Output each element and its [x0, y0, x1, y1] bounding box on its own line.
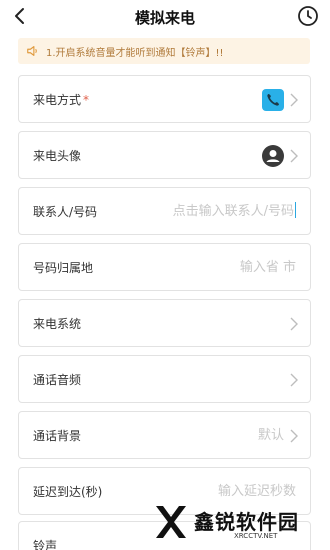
row-call-avatar[interactable]: 来电头像: [18, 131, 311, 179]
contact-number-field[interactable]: 联系人/号码 点击输入联系人/号码: [18, 187, 311, 235]
row-call-background[interactable]: 通话背景 默认: [18, 411, 311, 459]
number-location-field[interactable]: 号码归属地 输入省 市: [18, 243, 311, 291]
chevron-right-icon: [290, 429, 298, 443]
row-call-system[interactable]: 来电系统: [18, 299, 311, 347]
watermark-brand: 鑫锐软件园: [194, 510, 299, 534]
chevron-right-icon: [290, 317, 298, 331]
row-call-method[interactable]: 来电方式 *: [18, 75, 311, 123]
call-background-value: 默认: [257, 428, 284, 443]
speaker-icon: [27, 46, 37, 56]
row-label: 铃声: [33, 539, 58, 550]
chevron-right-icon: [290, 93, 298, 107]
watermark-logo-icon: [156, 506, 186, 538]
page-title: 模拟来电: [134, 9, 195, 27]
row-label: 来电头像: [33, 149, 82, 163]
text-caret: [295, 202, 296, 218]
contact-number-placeholder: 点击输入联系人/号码: [172, 204, 294, 219]
row-label: 号码归属地: [33, 261, 94, 275]
required-mark: *: [83, 93, 90, 107]
number-location-placeholder: 输入省 市: [239, 260, 296, 275]
header: 模拟来电: [0, 0, 330, 34]
watermark: 鑫锐软件园 XRCCTV.NET: [150, 498, 310, 550]
row-label: 来电系统: [33, 317, 82, 331]
row-label: 延迟到达(秒): [33, 485, 103, 499]
row-label: 联系人/号码: [33, 205, 98, 219]
chevron-right-icon: [290, 149, 298, 163]
row-label: 通话背景: [33, 429, 82, 443]
watermark-site: XRCCTV.NET: [234, 532, 278, 540]
row-call-audio[interactable]: 通话音频: [18, 355, 311, 403]
clock-icon[interactable]: [296, 4, 320, 28]
notice-text: 1.开启系统音量才能听到通知【铃声】!!: [46, 47, 224, 59]
avatar-icon: [262, 145, 284, 167]
phone-icon: [262, 89, 284, 111]
row-label: 通话音频: [33, 373, 82, 387]
volume-notice: 1.开启系统音量才能听到通知【铃声】!!: [18, 38, 310, 64]
row-label: 来电方式: [33, 93, 82, 107]
chevron-right-icon: [290, 373, 298, 387]
